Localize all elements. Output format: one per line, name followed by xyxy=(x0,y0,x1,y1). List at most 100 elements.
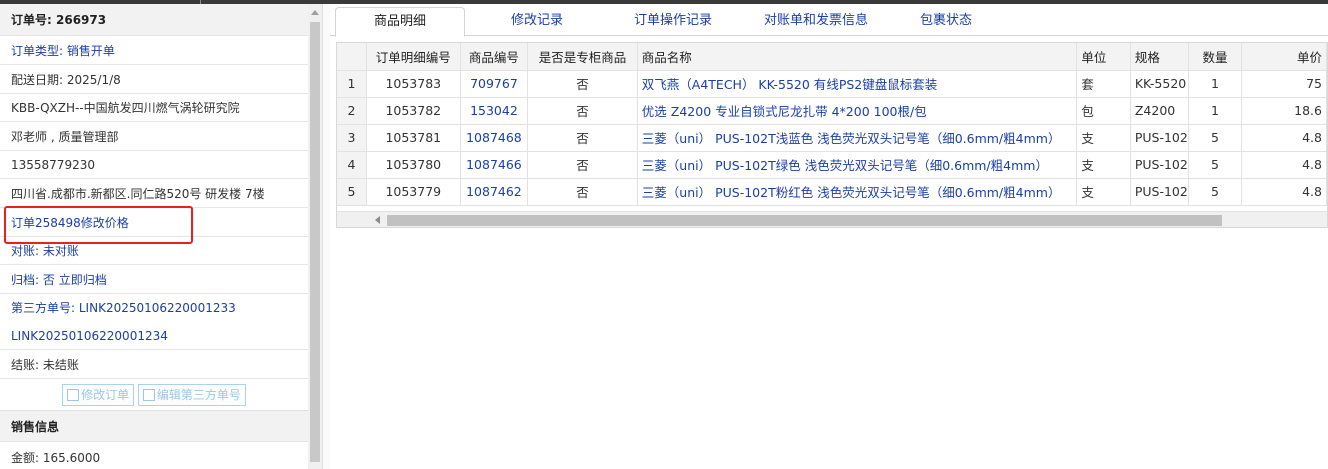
edit-icon xyxy=(67,389,80,401)
col-header-sku[interactable]: 商品编号 xyxy=(460,43,529,71)
table-row[interactable]: 2 1053782 153042 否优选 Z4200 专业自锁式尼龙扎带 4*200 … xyxy=(337,97,1327,125)
edit-icon xyxy=(142,389,155,401)
row-number: 2 xyxy=(337,97,367,125)
third-party-number-2[interactable]: LINK20250106220001234 xyxy=(11,329,168,343)
table-row[interactable]: 1 1053783 709767 否双飞燕（A4TECH） KK-5520 有线PS2… xyxy=(337,70,1327,98)
tab-package-status[interactable]: 包裹状态 xyxy=(904,7,988,36)
sku-link[interactable]: 1087468 xyxy=(460,124,529,152)
contact-name: 邓老师 , 质量管理部 xyxy=(11,130,119,144)
spec-cell: PUS-102 xyxy=(1130,124,1189,152)
spec-cell: PUS-102 xyxy=(1130,151,1189,179)
sku-link[interactable]: 1087466 xyxy=(460,151,529,179)
col-header-spec[interactable]: 规格 xyxy=(1130,43,1189,71)
delivery-date-row: 配送日期: 2025/1/8 xyxy=(0,66,308,94)
tab-change-log[interactable]: 修改记录 xyxy=(480,7,594,36)
spec-cell: KK-5520 xyxy=(1130,70,1189,98)
panel-splitter[interactable] xyxy=(322,4,330,469)
archive-now-link[interactable]: 否 立即归档 xyxy=(43,273,107,287)
product-table: 订单明细编号 商品编号 是否是专柜商品 商品名称 单位 规格 数量 单价 1 10… xyxy=(337,43,1327,206)
qty-cell: 5 xyxy=(1188,124,1243,152)
phone-number: 13558779230 xyxy=(11,158,95,172)
counter-flag-cell: 否 xyxy=(527,151,638,179)
product-name-link[interactable]: 三菱（uni） PUS-102T浅蓝色 浅色荧光双头记号笔（细0.6mm/粗4m… xyxy=(637,124,1078,152)
price-cell: 4.8 xyxy=(1241,124,1327,152)
detail-id-cell: 1053780 xyxy=(366,151,461,179)
product-name-link[interactable]: 三菱（uni） PUS-102T绿色 浅色荧光双头记号笔（细0.6mm/粗4mm… xyxy=(637,151,1078,179)
table-row[interactable]: 4 1053780 1087466 否三菱（uni） PUS-102T绿色 浅色荧光双… xyxy=(337,151,1327,179)
order-number-value: 266973 xyxy=(56,13,107,27)
customer-name: KBB-QXZH--中国航发四川燃气涡轮研究院 xyxy=(11,101,240,115)
row-number: 4 xyxy=(337,151,367,179)
col-header-qty[interactable]: 数量 xyxy=(1188,43,1243,71)
tab-bar: 商品明细 修改记录 订单操作记录 对账单和发票信息 包裹状态 xyxy=(330,4,1328,37)
counter-flag-cell: 否 xyxy=(527,97,638,125)
tab-statement-invoice[interactable]: 对账单和发票信息 xyxy=(744,7,888,36)
customer-row: KBB-QXZH--中国航发四川燃气涡轮研究院 xyxy=(0,94,308,122)
tab-product-details[interactable]: 商品明细 xyxy=(335,7,465,37)
counter-flag-cell: 否 xyxy=(527,178,638,206)
qty-cell: 5 xyxy=(1188,151,1243,179)
col-header-unit[interactable]: 单位 xyxy=(1076,43,1131,71)
col-header-name[interactable]: 商品名称 xyxy=(637,43,1078,71)
third-party-number[interactable]: LINK20250106220001233 xyxy=(79,301,236,315)
order-type-value: 销售开单 xyxy=(66,44,115,58)
table-header-row: 订单明细编号 商品编号 是否是专柜商品 商品名称 单位 规格 数量 单价 xyxy=(337,43,1327,71)
price-cell: 4.8 xyxy=(1241,178,1327,206)
product-name-link[interactable]: 优选 Z4200 专业自锁式尼龙扎带 4*200 100根/包 xyxy=(637,97,1078,125)
sku-link[interactable]: 1087462 xyxy=(460,178,529,206)
scroll-thumb[interactable] xyxy=(310,22,320,462)
amount-value: 165.6000 xyxy=(42,451,101,465)
settle-label: 结账: xyxy=(11,358,40,372)
delivery-address: 四川省.成都市.新都区.同仁路520号 研发楼 7楼 xyxy=(11,187,265,201)
unit-cell: 支 xyxy=(1076,151,1131,179)
col-header-rownum xyxy=(337,43,367,71)
counter-flag-cell: 否 xyxy=(527,70,638,98)
sku-link[interactable]: 153042 xyxy=(460,97,529,125)
price-cell: 4.8 xyxy=(1241,151,1327,179)
table-row[interactable]: 5 1053779 1087462 否三菱（uni） PUS-102T粉红色 浅色荧光… xyxy=(337,178,1327,206)
order-number-header: 订单号: 266973 xyxy=(0,4,308,36)
archive-row: 归档: 否 立即归档 xyxy=(0,266,308,294)
edit-order-button[interactable]: 修改订单 xyxy=(62,384,135,406)
order-type-label: 订单类型: xyxy=(11,44,64,58)
unit-cell: 支 xyxy=(1076,178,1131,206)
scroll-thumb[interactable] xyxy=(387,215,1222,226)
action-buttons: 修改订单 编辑第三方单号 xyxy=(0,380,308,410)
left-panel-scrollbar[interactable] xyxy=(308,4,322,469)
edit-third-party-button[interactable]: 编辑第三方单号 xyxy=(137,384,246,406)
reconcile-value[interactable]: 未对账 xyxy=(43,244,79,258)
col-header-counter[interactable]: 是否是专柜商品 xyxy=(527,43,638,71)
qty-cell: 5 xyxy=(1188,178,1243,206)
scroll-up-icon[interactable] xyxy=(311,10,319,15)
table-row[interactable]: 3 1053781 1087468 否三菱（uni） PUS-102T浅蓝色 浅色荧光… xyxy=(337,124,1327,152)
unit-cell: 套 xyxy=(1076,70,1131,98)
contact-row: 邓老师 , 质量管理部 xyxy=(0,123,308,151)
spec-cell: Z4200 xyxy=(1130,97,1189,125)
archive-label: 归档: xyxy=(11,273,40,287)
edit-order-label: 修改订单 xyxy=(81,388,130,402)
order-info-panel: 订单号: 266973 订单类型: 销售开单 配送日期: 2025/1/8 KB… xyxy=(0,4,308,469)
address-row: 四川省.成都市.新都区.同仁路520号 研发楼 7楼 xyxy=(0,180,308,208)
sku-link[interactable]: 709767 xyxy=(460,70,529,98)
grid-horizontal-scrollbar[interactable] xyxy=(337,211,1327,227)
tab-operation-log[interactable]: 订单操作记录 xyxy=(613,7,733,36)
col-header-detail-id[interactable]: 订单明细编号 xyxy=(366,43,461,71)
sales-info-header: 销售信息 xyxy=(0,410,308,442)
col-header-price[interactable]: 单价 xyxy=(1241,43,1327,71)
settle-value: 未结账 xyxy=(42,358,79,372)
scroll-left-icon[interactable] xyxy=(375,216,380,224)
spec-cell: PUS-102 xyxy=(1130,178,1189,206)
product-name-link[interactable]: 三菱（uni） PUS-102T粉红色 浅色荧光双头记号笔（细0.6mm/粗4m… xyxy=(637,178,1078,206)
detail-id-cell: 1053782 xyxy=(366,97,461,125)
price-cell: 75 xyxy=(1241,70,1327,98)
order-type-row: 订单类型: 销售开单 xyxy=(0,37,308,65)
delivery-date-value: 2025/1/8 xyxy=(66,73,121,87)
unit-cell: 支 xyxy=(1076,124,1131,152)
phone-row: 13558779230 xyxy=(0,151,308,179)
order-number-label: 订单号: xyxy=(11,13,52,27)
amount-row: 金额: 165.6000 xyxy=(0,444,308,469)
product-name-link[interactable]: 双飞燕（A4TECH） KK-5520 有线PS2键盘鼠标套装 xyxy=(637,70,1078,98)
detail-id-cell: 1053781 xyxy=(366,124,461,152)
detail-id-cell: 1053779 xyxy=(366,178,461,206)
detail-panel: 商品明细 修改记录 订单操作记录 对账单和发票信息 包裹状态 订单明细编号 商品… xyxy=(330,4,1328,469)
